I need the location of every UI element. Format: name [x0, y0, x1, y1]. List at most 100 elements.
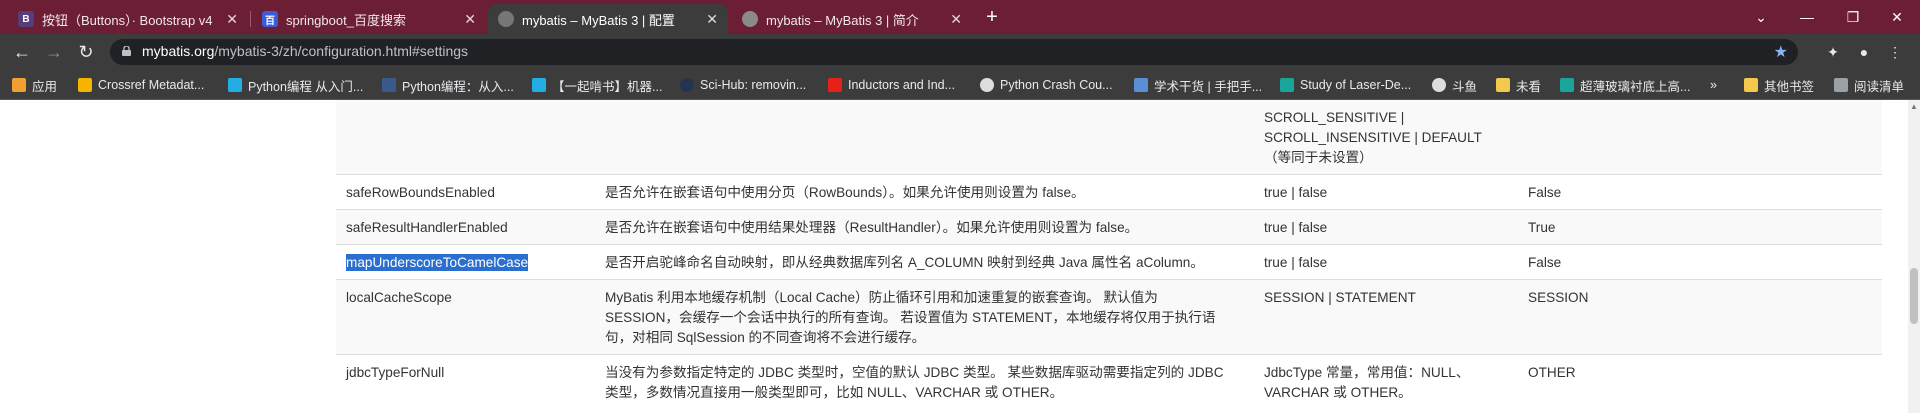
- bookmark-label: Python Crash Cou...: [1000, 78, 1113, 92]
- setting-default: False: [1518, 244, 1882, 280]
- tab-search-button[interactable]: ⌄: [1738, 4, 1784, 30]
- menu-icon[interactable]: ⋮: [1884, 41, 1906, 63]
- tab-bootstrap-buttons[interactable]: B 按钮（Buttons）· Bootstrap v4 ✕: [8, 4, 248, 34]
- setting-name: localCacheScope: [336, 279, 595, 355]
- setting-name-cell: [336, 100, 595, 175]
- page-scrollbar[interactable]: ▲: [1908, 100, 1920, 413]
- bookmark-laser-study[interactable]: Study of Laser-De...: [1280, 76, 1411, 94]
- setting-valid-values: true | false: [1254, 209, 1518, 245]
- url-host: mybatis.org: [142, 43, 215, 59]
- bookmark-label: 【一起啃书】机器...: [552, 79, 663, 94]
- bookmark-label: 其他书签: [1764, 79, 1815, 94]
- setting-valid-values: JdbcType 常量，常用值：NULL、 VARCHAR 或 OTHER。: [1254, 354, 1518, 409]
- setting-valid-values: true | false: [1254, 244, 1518, 280]
- tab-separator: [250, 11, 251, 27]
- new-tab-button[interactable]: +: [978, 6, 1006, 30]
- bookmark-python-1[interactable]: Python编程 从入门...: [228, 76, 363, 94]
- bookmark-ml-book[interactable]: 【一起啃书】机器...: [532, 76, 662, 94]
- description-line: 当没有为参数指定特定的 JDBC 类型时，空值的默认 JDBC 类型。 某些数据…: [605, 365, 1224, 380]
- bookmark-apps[interactable]: 应用: [12, 76, 57, 94]
- values-line: SCROLL_INSENSITIVE | DEFAULT: [1264, 130, 1482, 145]
- close-window-button[interactable]: ✕: [1874, 4, 1920, 30]
- bookmark-inductors[interactable]: Inductors and Ind...: [828, 76, 955, 94]
- minimize-button[interactable]: —: [1784, 4, 1830, 30]
- maximize-button[interactable]: ❐: [1830, 4, 1876, 30]
- bookmark-folder-unread[interactable]: 未看: [1496, 76, 1541, 94]
- description-line: SESSION，会缓存一个会话中执行的所有查询。 若设置值为 STATEMENT…: [605, 310, 1216, 325]
- setting-valid-values: SESSION | STATEMENT: [1254, 279, 1518, 355]
- bookmark-glass-substrate[interactable]: 超薄玻璃衬底上高...: [1560, 76, 1690, 94]
- tab-title: 按钮（Buttons）· Bootstrap v4: [42, 12, 213, 28]
- scihub-icon: [680, 78, 694, 92]
- setting-default: False: [1518, 174, 1882, 210]
- globe-icon: [742, 11, 758, 27]
- url-path: /mybatis-3/zh/configuration.html#setting…: [214, 43, 469, 59]
- url-text: mybatis.org/mybatis-3/zh/configuration.h…: [142, 43, 468, 59]
- bookmark-crossref[interactable]: Crossref Metadat...: [78, 76, 204, 94]
- apps-icon: [12, 78, 26, 92]
- address-bar[interactable]: mybatis.org/mybatis-3/zh/configuration.h…: [110, 39, 1798, 65]
- setting-default-cell: [1518, 100, 1882, 175]
- youtube-icon: [828, 78, 842, 92]
- bookmarks-overflow-chevron[interactable]: »: [1710, 76, 1717, 94]
- bookmark-label: Inductors and Ind...: [848, 78, 956, 92]
- bookmark-label: Python编程 从入门...: [248, 79, 364, 94]
- setting-default: True: [1518, 209, 1882, 245]
- setting-name: safeRowBoundsEnabled: [336, 174, 595, 210]
- tab-mybatis-config[interactable]: mybatis – MyBatis 3 | 配置 ✕: [488, 4, 728, 34]
- reading-list[interactable]: 阅读清单: [1834, 76, 1904, 94]
- table-row: SCROLL_SENSITIVE | SCROLL_INSENSITIVE | …: [336, 100, 1882, 175]
- bookmark-python-2[interactable]: Python编程：从入...: [382, 76, 514, 94]
- bookmark-academic[interactable]: 学术干货 | 手把手...: [1134, 76, 1262, 94]
- table-row: localCacheScope MyBatis 利用本地缓存机制（Local C…: [336, 279, 1882, 355]
- table-row: jdbcTypeForNull 当没有为参数指定特定的 JDBC 类型时，空值的…: [336, 354, 1882, 409]
- bookmark-folder-other[interactable]: 其他书签: [1744, 76, 1814, 94]
- page-icon: [1560, 78, 1574, 92]
- values-line: JdbcType 常量，常用值：NULL、: [1264, 365, 1470, 380]
- bookmark-label: Study of Laser-De...: [1300, 78, 1412, 92]
- setting-name: jdbcTypeForNull: [336, 354, 595, 409]
- page-icon: [1280, 78, 1294, 92]
- forward-button[interactable]: →: [40, 38, 68, 66]
- table-row: mapUnderscoreToCamelCase 是否开启驼峰命名自动映射，即从…: [336, 244, 1882, 280]
- bookmark-star-icon[interactable]: ★: [1774, 42, 1788, 62]
- bilibili-icon: [228, 78, 242, 92]
- close-icon[interactable]: ✕: [950, 11, 962, 28]
- tab-title: mybatis – MyBatis 3 | 简介: [766, 12, 919, 28]
- tab-title: mybatis – MyBatis 3 | 配置: [522, 12, 675, 28]
- close-icon[interactable]: ✕: [706, 11, 718, 28]
- bookmark-scihub[interactable]: Sci-Hub: removin...: [680, 76, 806, 94]
- scrollbar-thumb[interactable]: [1910, 268, 1918, 324]
- browser-toolbar: ← → ↻ mybatis.org/mybatis-3/zh/configura…: [0, 34, 1920, 70]
- back-button[interactable]: ←: [8, 38, 36, 66]
- bookmark-douyu[interactable]: 斗鱼: [1432, 76, 1477, 94]
- bookmark-label: 超薄玻璃衬底上高...: [1580, 79, 1691, 94]
- reload-button[interactable]: ↻: [72, 38, 100, 66]
- tab-mybatis-intro[interactable]: mybatis – MyBatis 3 | 简介 ✕: [732, 4, 972, 34]
- extensions-icon[interactable]: ✦: [1822, 41, 1844, 63]
- values-line: （等同于未设置）: [1264, 150, 1373, 165]
- folder-icon: [1744, 78, 1758, 92]
- bootstrap-icon: B: [18, 11, 34, 27]
- bilibili-icon: [532, 78, 546, 92]
- close-icon[interactable]: ✕: [464, 11, 476, 28]
- setting-description: 是否允许在嵌套语句中使用分页（RowBounds）。如果允许使用则设置为 fal…: [595, 174, 1254, 210]
- setting-name-cell: mapUnderscoreToCamelCase: [336, 244, 595, 280]
- globe-icon: [980, 78, 994, 92]
- crossref-icon: [78, 78, 92, 92]
- setting-desc-cell: [595, 100, 1254, 175]
- close-icon[interactable]: ✕: [226, 11, 238, 28]
- selected-setting-name[interactable]: mapUnderscoreToCamelCase: [346, 254, 529, 271]
- tab-strip: B 按钮（Buttons）· Bootstrap v4 ✕ 百 springbo…: [0, 0, 1920, 34]
- table-row: safeResultHandlerEnabled 是否允许在嵌套语句中使用结果处…: [336, 209, 1882, 245]
- tab-springboot-search[interactable]: 百 springboot_百度搜索 ✕: [252, 4, 486, 34]
- profile-icon[interactable]: ●: [1853, 41, 1875, 63]
- bookmark-label: 未看: [1516, 79, 1542, 94]
- bookmark-python-crash[interactable]: Python Crash Cou...: [980, 76, 1113, 94]
- settings-table: SCROLL_SENSITIVE | SCROLL_INSENSITIVE | …: [336, 100, 1882, 409]
- bookmark-label: »: [1710, 78, 1717, 92]
- bookmark-label: 学术干货 | 手把手...: [1154, 79, 1263, 94]
- tab-title: springboot_百度搜索: [286, 12, 406, 28]
- scroll-up-arrow-icon[interactable]: ▲: [1910, 102, 1918, 111]
- bookmarks-bar: 应用 Crossref Metadat... Python编程 从入门... P…: [0, 70, 1920, 100]
